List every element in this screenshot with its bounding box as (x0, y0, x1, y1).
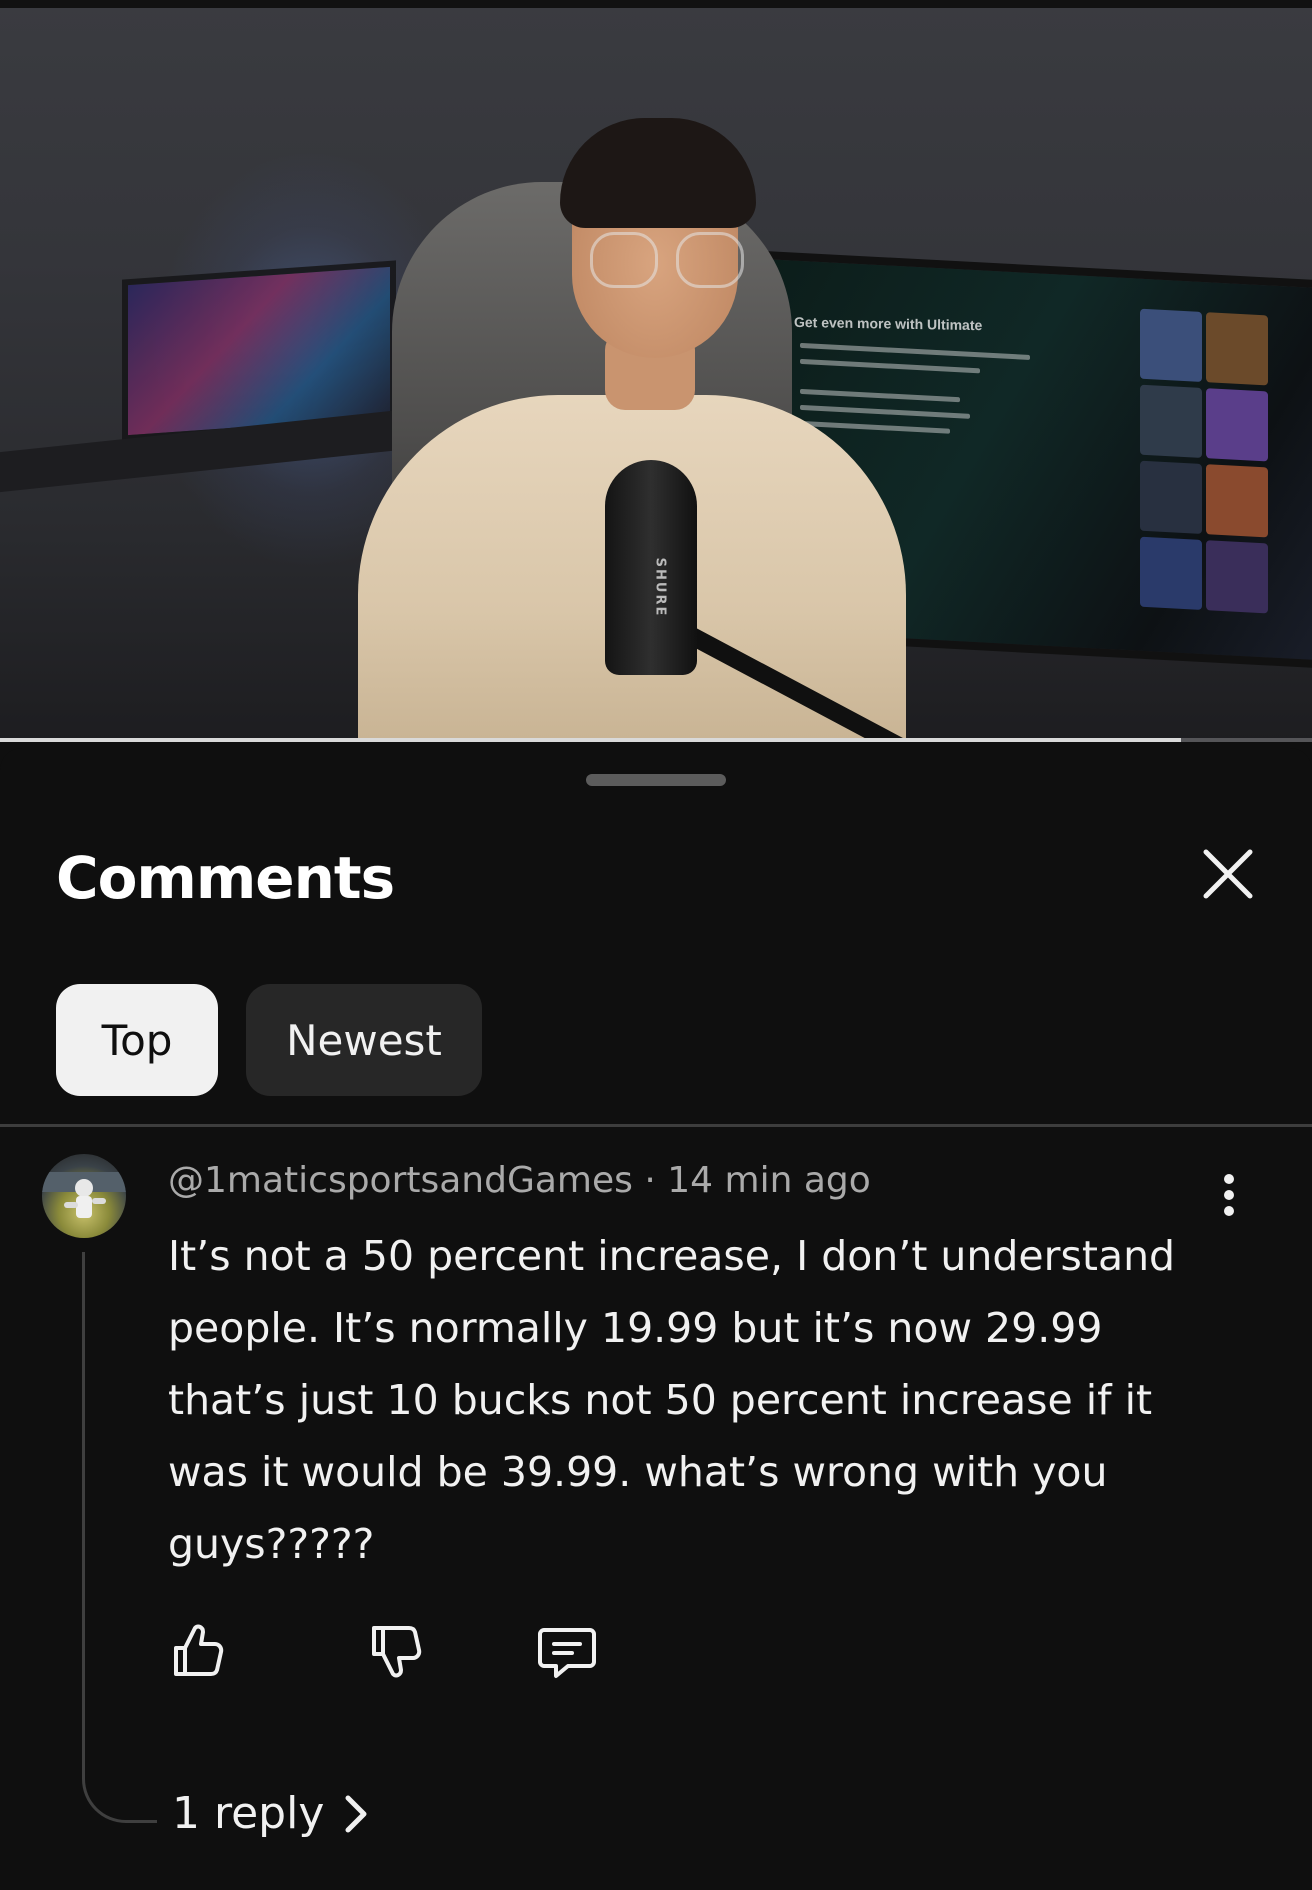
chevron-right-icon (345, 1795, 367, 1832)
filter-chip-top[interactable]: Top (56, 984, 218, 1096)
comment-timestamp: 14 min ago (667, 1160, 871, 1201)
status-strip (0, 0, 1312, 8)
reply-comment-icon (538, 1628, 596, 1678)
comment-author[interactable]: @1maticsportsandGames (168, 1160, 633, 1201)
like-button[interactable] (166, 1618, 232, 1684)
game-tile (1206, 388, 1268, 462)
monitor-text-line (800, 388, 960, 403)
game-tile (1140, 536, 1202, 610)
monitor-text-line (800, 358, 980, 374)
comment-body: It’s not a 50 percent increase, I don’t … (168, 1232, 1176, 1568)
view-replies-link[interactable]: 1 reply (172, 1788, 370, 1839)
video-progress-bar[interactable] (0, 738, 1312, 742)
comment-menu-button[interactable] (1212, 1168, 1246, 1228)
thumbs-up-icon (174, 1624, 224, 1676)
comments-sheet: Comments Top Newest @1maticsportsandGame… (0, 748, 1312, 1890)
comments-title: Comments (56, 844, 395, 912)
monitor-text-line (800, 404, 970, 419)
close-button[interactable] (1196, 842, 1260, 906)
monitor-headline: Get even more with Ultimate (794, 313, 983, 334)
mic-brand-label: SHURE (652, 557, 668, 618)
dislike-button[interactable] (364, 1618, 430, 1684)
more-vert-dot (1224, 1190, 1234, 1200)
monitor-text-line (800, 342, 1030, 360)
video-player[interactable]: Get even more with Ultimate SHURE (0, 0, 1312, 742)
game-tile (1140, 460, 1202, 534)
comment-header: @1maticsportsandGames · 14 min ago (168, 1160, 871, 1201)
game-tile (1140, 384, 1202, 458)
game-tile (1206, 312, 1268, 386)
close-icon (1203, 849, 1253, 899)
meta-separator: · (644, 1160, 656, 1201)
reply-count: 1 reply (172, 1788, 325, 1839)
reply-button[interactable] (534, 1618, 600, 1684)
glasses-lens-left (590, 232, 658, 288)
thumbs-down-icon (372, 1626, 422, 1678)
drag-handle[interactable] (586, 774, 726, 786)
microphone (605, 460, 697, 675)
game-tile (1140, 308, 1202, 382)
section-divider (0, 1124, 1312, 1127)
video-progress-fill (0, 738, 1181, 742)
game-tile (1206, 540, 1268, 614)
thread-connector (82, 1252, 157, 1823)
more-vert-dot (1224, 1206, 1234, 1216)
filter-chip-newest[interactable]: Newest (246, 984, 482, 1096)
avatar-image (42, 1172, 126, 1218)
avatar[interactable] (42, 1154, 126, 1238)
game-tile (1206, 464, 1268, 538)
glasses-lens-right (676, 232, 744, 288)
more-vert-dot (1224, 1174, 1234, 1184)
person-hair (560, 118, 756, 228)
